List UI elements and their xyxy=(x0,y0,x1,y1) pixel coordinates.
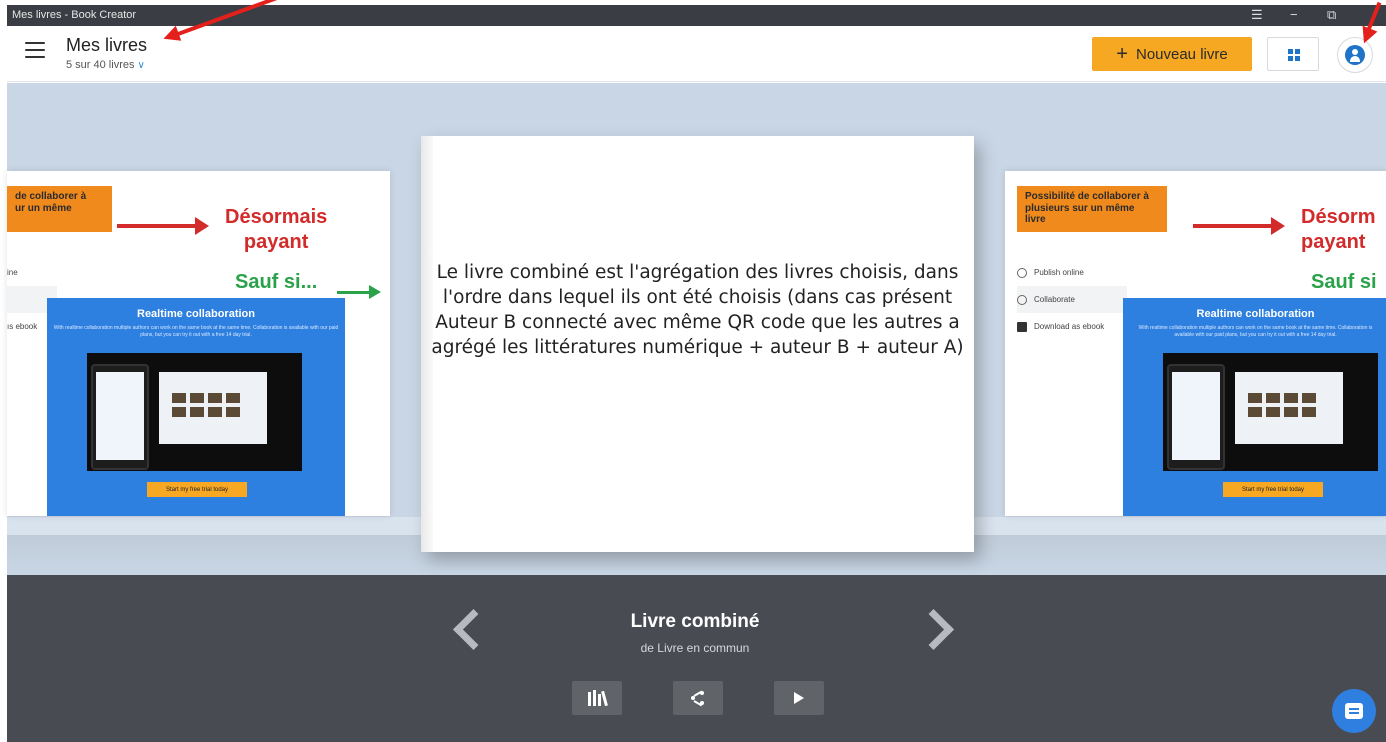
book-title: Livre combiné xyxy=(630,611,760,632)
orange-callout: de collaborer à ur un même xyxy=(7,186,112,232)
trial-button: Start my free trial today xyxy=(147,482,247,497)
book-cover-text: Le livre combiné est l'agrégation des li… xyxy=(431,262,964,358)
tablet-image xyxy=(91,364,149,470)
library-icon xyxy=(588,690,608,707)
book-author: de Livre en commun xyxy=(640,641,750,655)
chevron-left-icon[interactable] xyxy=(449,607,489,657)
restore-icon[interactable]: ⧉ xyxy=(1327,7,1336,23)
paid-label: Désormais payant xyxy=(225,206,328,253)
promo-text: With realtime collaboration multiple aut… xyxy=(1138,325,1373,338)
promo-panel: Realtime collaboration With realtime col… xyxy=(47,298,345,516)
app-header: Mes livres 5 sur 40 livres ∨ + Nouveau li… xyxy=(7,26,1386,82)
red-arrow xyxy=(1193,217,1285,235)
promo-panel: Realtime collaboration With realtime col… xyxy=(1123,298,1386,516)
bookshelf-stage: de collaborer à ur un même Désormais pay… xyxy=(7,83,1386,575)
play-button[interactable] xyxy=(774,681,824,715)
window-title: Mes livres - Book Creator xyxy=(12,9,137,21)
library-button[interactable] xyxy=(572,681,622,715)
grid-view-button[interactable] xyxy=(1267,37,1319,71)
side-menu: Publish online Collaborate Download as e… xyxy=(1017,259,1127,340)
book-cover-previous[interactable]: de collaborer à ur un même Désormais pay… xyxy=(7,171,390,516)
trial-button: Start my free trial today xyxy=(1223,482,1323,497)
new-book-button[interactable]: + Nouveau livre xyxy=(1092,37,1252,71)
unless-label: Sauf si... xyxy=(235,271,318,293)
promo-heading: Realtime collaboration xyxy=(137,308,255,320)
green-arrow xyxy=(337,285,381,299)
grid-view-icon xyxy=(1288,49,1300,61)
book-count-dropdown[interactable]: 5 sur 40 livres ∨ xyxy=(66,59,145,71)
menu-item-collaborate: Collaborate xyxy=(1017,286,1127,313)
chevron-right-icon[interactable] xyxy=(917,607,957,657)
unless-label: Sauf si xyxy=(1311,271,1377,293)
orange-callout: Possibilité de collaborer à plusieurs su… xyxy=(1017,186,1167,232)
promo-heading: Realtime collaboration xyxy=(1196,308,1315,320)
paid-label: Désorm payant xyxy=(1301,206,1376,253)
share-icon xyxy=(691,690,705,707)
plus-icon: + xyxy=(1116,43,1128,65)
collaborate-icon xyxy=(1017,294,1027,305)
user-icon xyxy=(1345,45,1365,65)
book-count-label: 5 sur 40 livres xyxy=(66,59,135,71)
ebook-icon xyxy=(1017,321,1027,332)
play-icon xyxy=(794,692,804,704)
chat-button[interactable] xyxy=(1332,689,1376,733)
menu-item-publish: Publish online xyxy=(1017,259,1127,286)
menu-item-download: Download as ebook xyxy=(1017,313,1127,340)
book-cover-next[interactable]: Possibilité de collaborer à plusieurs su… xyxy=(1005,171,1386,516)
share-button[interactable] xyxy=(673,681,723,715)
tablet-image xyxy=(1167,364,1225,470)
globe-icon xyxy=(1017,267,1027,278)
book-info-bar: Livre combiné de Livre en commun xyxy=(7,575,1386,742)
menu-icon[interactable] xyxy=(25,42,45,58)
red-arrow xyxy=(117,217,209,235)
chat-icon xyxy=(1345,703,1363,719)
window-menu-icon[interactable]: ☰ xyxy=(1251,7,1263,23)
menu-item: ine xyxy=(7,268,18,277)
minimize-icon[interactable]: − xyxy=(1290,7,1298,22)
chevron-down-icon: ∨ xyxy=(137,60,145,71)
book-cover-current[interactable]: Le livre combiné est l'agrégation des li… xyxy=(421,136,974,552)
promo-text: With realtime collaboration multiple aut… xyxy=(53,325,339,338)
new-book-label: Nouveau livre xyxy=(1135,45,1228,63)
page-title: Mes livres xyxy=(66,35,148,55)
